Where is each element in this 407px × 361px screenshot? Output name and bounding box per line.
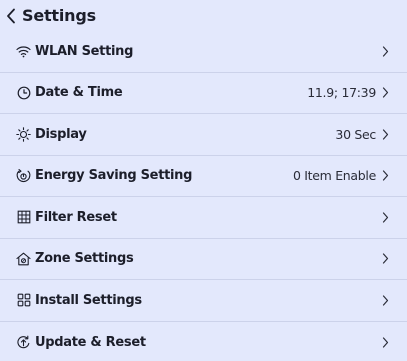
page-title: Settings [22,6,96,25]
install-settings-row[interactable]: Install Settings [0,280,407,322]
display-row[interactable]: Display 30 Sec [0,114,407,156]
wlan-setting-label: WLAN Setting [35,43,134,59]
filter-reset-row[interactable]: Filter Reset [0,197,407,239]
date-time-label: Date & Time [35,85,123,101]
chevron-right-icon [381,128,389,140]
chevron-right-icon [381,253,389,265]
chevron-right-icon [381,294,389,306]
chevron-right-icon [381,45,389,57]
chevron-right-icon [381,170,389,182]
install-settings-label: Install Settings [35,292,142,308]
display-label: Display [35,126,87,142]
chevron-left-icon [7,8,15,23]
home-icon [16,251,31,266]
settings-list: WLAN Setting Date & Time 11.9; 17:39 Dis… [0,31,407,361]
update-icon [16,335,31,350]
update-reset-row[interactable]: Update & Reset [0,322,407,361]
date-time-value: 11.9; 17:39 [307,85,376,101]
display-value: 30 Sec [335,126,376,142]
wlan-setting-row[interactable]: WLAN Setting [0,31,407,73]
install-grid-icon [16,293,31,308]
clock-icon [16,85,31,100]
sun-icon [16,127,31,142]
energy-saving-value: 0 Item Enable [292,168,376,184]
energy-saving-label: Energy Saving Setting [35,168,193,184]
back-button[interactable]: Settings [6,6,96,25]
chevron-right-icon [381,336,389,348]
filter-reset-label: Filter Reset [35,209,117,225]
update-reset-label: Update & Reset [35,334,146,350]
chevron-right-icon [381,211,389,223]
filter-grid-icon [16,210,31,225]
date-time-row[interactable]: Date & Time 11.9; 17:39 [0,73,407,114]
energy-icon [16,168,31,183]
header: Settings [0,0,407,31]
energy-saving-row[interactable]: Energy Saving Setting 0 Item Enable [0,156,407,197]
chevron-right-icon [381,87,389,99]
zone-settings-row[interactable]: Zone Settings [0,239,407,280]
settings-screen: Settings WLAN Setting Date & Time 11.9; … [0,0,407,361]
wifi-icon [16,44,31,59]
zone-settings-label: Zone Settings [35,251,134,267]
